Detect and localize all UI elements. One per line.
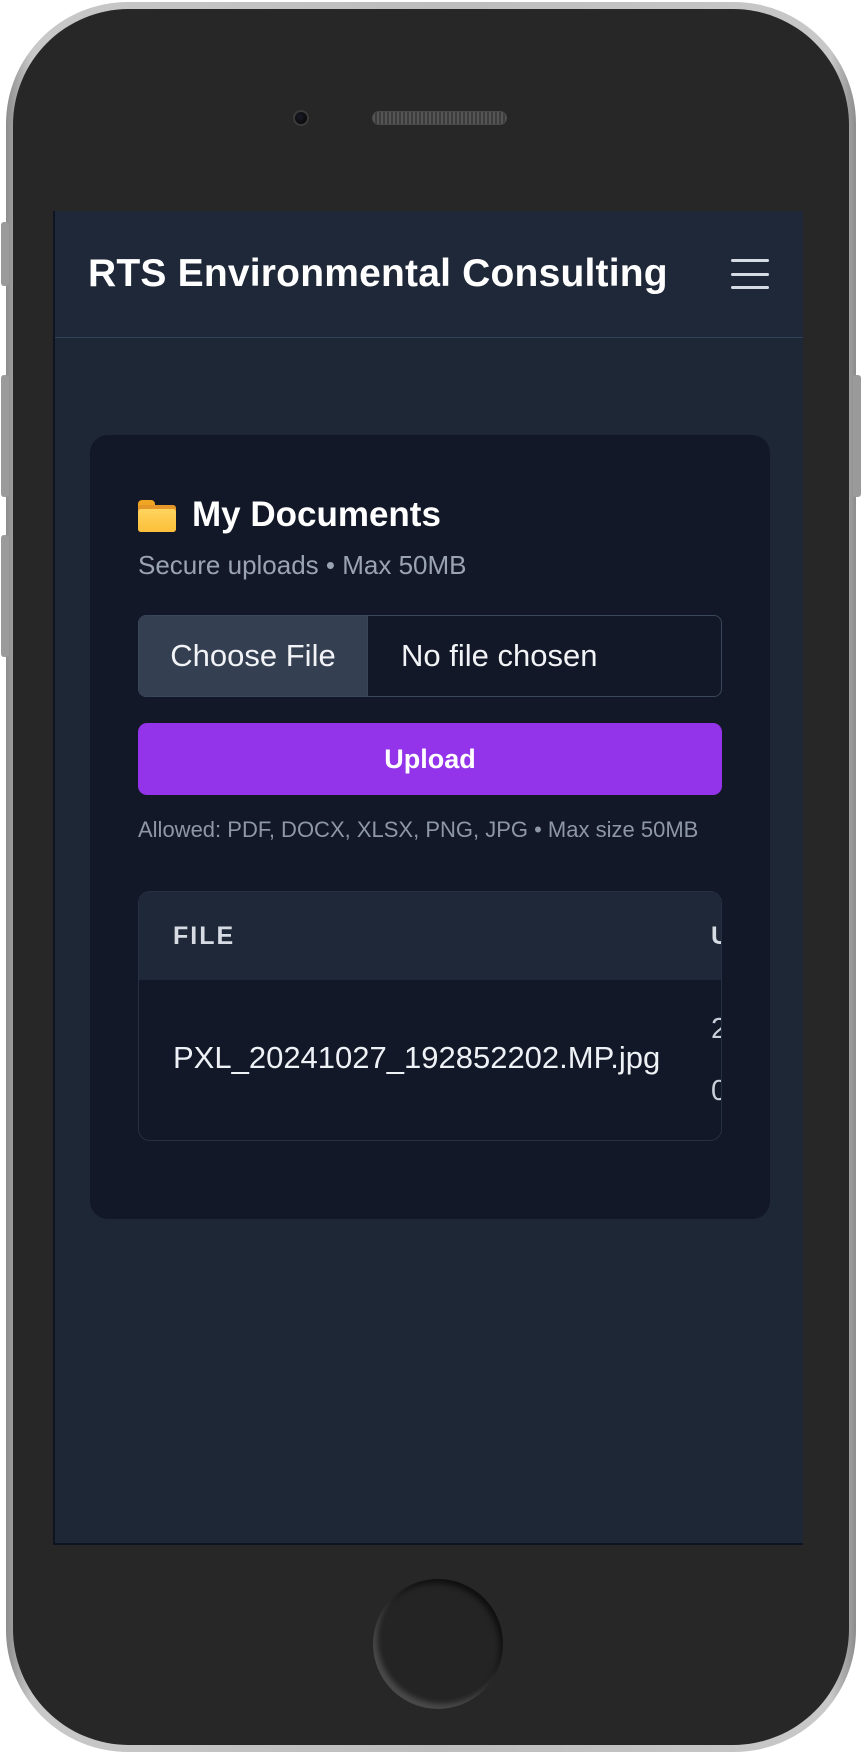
- card-subtitle: Secure uploads • Max 50MB: [138, 550, 467, 580]
- app-header: RTS Environmental Consulting: [55, 211, 803, 338]
- upload-button[interactable]: Upload: [138, 723, 722, 795]
- uploaded-date-line-2: 0: [711, 1060, 721, 1122]
- documents-card: My Documents Secure uploads • Max 50MB C…: [90, 435, 770, 1219]
- phone-frame: RTS Environmental Consulting My Document…: [6, 2, 856, 1752]
- table-header: FILE U: [139, 892, 721, 980]
- front-camera: [293, 110, 309, 126]
- app-title: RTS Environmental Consulting: [88, 252, 668, 295]
- uploaded-date-line-1: 2: [711, 998, 721, 1060]
- allowed-types-note: Allowed: PDF, DOCX, XLSX, PNG, JPG • Max…: [138, 817, 699, 842]
- choose-file-button[interactable]: Choose File: [139, 616, 368, 696]
- file-status-text: No file chosen: [401, 638, 598, 673]
- phone-body: RTS Environmental Consulting My Document…: [13, 9, 849, 1745]
- column-header-uploaded: U: [711, 892, 721, 980]
- volume-up-button: [1, 375, 9, 497]
- earpiece-speaker: [372, 111, 507, 125]
- documents-table[interactable]: FILE U PXL_20241027_192852202.MP.jpg 2 0: [138, 891, 722, 1141]
- card-title-row: My Documents: [138, 493, 722, 537]
- home-button[interactable]: [373, 1579, 503, 1709]
- mute-switch: [1, 222, 9, 286]
- power-button: [853, 375, 861, 497]
- column-header-file: FILE: [173, 921, 236, 950]
- volume-down-button: [1, 535, 9, 657]
- file-name-cell[interactable]: PXL_20241027_192852202.MP.jpg: [173, 1040, 660, 1076]
- hamburger-menu-icon[interactable]: [731, 259, 769, 289]
- uploaded-date-cell: 2 0: [711, 998, 721, 1122]
- card-title: My Documents: [192, 495, 441, 534]
- folder-icon: [138, 500, 176, 532]
- table-row[interactable]: PXL_20241027_192852202.MP.jpg 2 0: [139, 980, 721, 1140]
- file-input[interactable]: Choose File No file chosen: [138, 615, 722, 697]
- device-screen: RTS Environmental Consulting My Document…: [53, 211, 803, 1545]
